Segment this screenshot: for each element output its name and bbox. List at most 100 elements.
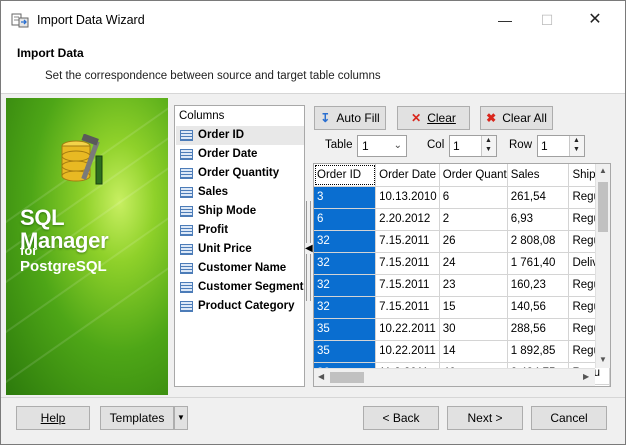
table-row[interactable]: 32 7.15.2011 26 2 808,08 Regu: [314, 230, 610, 253]
up-arrow-icon[interactable]: ▲: [573, 137, 580, 145]
columns-list-header: Columns: [179, 110, 225, 122]
table-cell[interactable]: 23: [439, 274, 508, 297]
grid-header-order-date[interactable]: Order Date: [375, 164, 440, 187]
row-stepper[interactable]: 1 ▲ ▼: [537, 135, 585, 157]
table-cell[interactable]: 35: [314, 340, 377, 363]
table-cell[interactable]: 140,56: [507, 296, 570, 319]
table-cell[interactable]: 7.15.2011: [375, 274, 440, 297]
clear-button[interactable]: ✕ Clear: [397, 106, 470, 130]
templates-dropdown-button[interactable]: ▼: [174, 406, 188, 430]
table-cell[interactable]: 261,54: [507, 186, 570, 209]
table-cell[interactable]: 2: [439, 208, 508, 231]
table-cell[interactable]: 3: [314, 186, 377, 209]
grid-header-order-id[interactable]: Order ID: [314, 164, 377, 187]
table-cell[interactable]: 26: [439, 230, 508, 253]
page-subtitle: Set the correspondence between source an…: [45, 70, 381, 82]
table-column-icon: [180, 225, 193, 236]
col-stepper[interactable]: 1 ▲ ▼: [449, 135, 497, 157]
table-cell[interactable]: 160,23: [507, 274, 570, 297]
column-item-product-category[interactable]: Product Category: [176, 297, 304, 316]
table-cell[interactable]: 24: [439, 252, 508, 275]
clear-all-button[interactable]: ✖ Clear All: [480, 106, 553, 130]
col-label: Col: [427, 139, 445, 151]
table-column-icon: [180, 206, 193, 217]
grid-horizontal-scrollbar[interactable]: ◀ ▶: [314, 368, 595, 386]
table-cell[interactable]: 32: [314, 274, 377, 297]
table-cell[interactable]: 10.22.2011: [375, 318, 440, 341]
back-button[interactable]: < Back: [363, 406, 439, 430]
banner-line-sql: SQL: [20, 205, 65, 230]
table-cell[interactable]: 1 892,85: [507, 340, 570, 363]
grid-vertical-scrollbar[interactable]: ▲ ▼: [595, 164, 610, 368]
col-stepper-arrows[interactable]: ▲ ▼: [481, 136, 496, 156]
table-cell[interactable]: 1 761,40: [507, 252, 570, 275]
horizontal-scroll-thumb[interactable]: [330, 372, 364, 383]
table-cell[interactable]: 7.15.2011: [375, 230, 440, 253]
table-row[interactable]: 32 7.15.2011 15 140,56 Regu: [314, 296, 610, 319]
help-button[interactable]: Help: [16, 406, 90, 430]
column-item-order-quantity[interactable]: Order Quantity: [176, 164, 304, 183]
row-stepper-arrows[interactable]: ▲ ▼: [569, 136, 584, 156]
column-item-ship-mode[interactable]: Ship Mode: [176, 202, 304, 221]
table-cell[interactable]: 30: [439, 318, 508, 341]
table-cell[interactable]: 10.13.2010: [375, 186, 440, 209]
page-title: Import Data: [17, 46, 84, 60]
column-item-order-date[interactable]: Order Date: [176, 145, 304, 164]
table-column-icon: [180, 149, 193, 160]
banner-line-for: for: [20, 243, 38, 258]
collapse-left-icon[interactable]: ◀: [305, 243, 313, 254]
columns-list[interactable]: Columns Order ID Order Date Order Quanti…: [174, 105, 305, 387]
table-cell[interactable]: 6: [439, 186, 508, 209]
down-arrow-icon[interactable]: ▼: [573, 146, 580, 154]
table-cell[interactable]: 32: [314, 296, 377, 319]
column-item-customer-name[interactable]: Customer Name: [176, 259, 304, 278]
grid-header-order-quantity[interactable]: Order Quant: [439, 164, 508, 187]
down-arrow-icon[interactable]: ▼: [485, 146, 492, 154]
scroll-left-icon[interactable]: ◀: [318, 372, 324, 381]
scroll-up-icon[interactable]: ▲: [599, 166, 607, 175]
table-cell[interactable]: 15: [439, 296, 508, 319]
table-row[interactable]: 32 7.15.2011 24 1 761,40 Deliv: [314, 252, 610, 275]
table-row[interactable]: 35 10.22.2011 30 288,56 Regu: [314, 318, 610, 341]
table-cell[interactable]: 7.15.2011: [375, 296, 440, 319]
table-row[interactable]: 35 10.22.2011 14 1 892,85 Regu: [314, 340, 610, 363]
vertical-scroll-thumb[interactable]: [598, 182, 608, 232]
scroll-right-icon[interactable]: ▶: [583, 372, 589, 381]
table-column-icon: [180, 130, 193, 141]
table-row[interactable]: 6 2.20.2012 2 6,93 Regu: [314, 208, 610, 231]
auto-fill-icon: ↧: [320, 111, 331, 125]
table-cell[interactable]: 10.22.2011: [375, 340, 440, 363]
column-item-order-id[interactable]: Order ID: [176, 126, 304, 145]
column-item-profit[interactable]: Profit: [176, 221, 304, 240]
next-button[interactable]: Next >: [447, 406, 523, 430]
column-item-customer-segment[interactable]: Customer Segment: [176, 278, 304, 297]
auto-fill-button[interactable]: ↧ Auto Fill: [314, 106, 386, 130]
table-cell[interactable]: 2 808,08: [507, 230, 570, 253]
table-row[interactable]: 32 7.15.2011 23 160,23 Regu: [314, 274, 610, 297]
column-item-sales[interactable]: Sales: [176, 183, 304, 202]
table-cell[interactable]: 32: [314, 230, 377, 253]
table-cell[interactable]: 288,56: [507, 318, 570, 341]
close-button[interactable]: ✕: [575, 9, 615, 31]
table-cell[interactable]: 6: [314, 208, 377, 231]
up-arrow-icon[interactable]: ▲: [485, 137, 492, 145]
table-select[interactable]: 1 ⌄: [357, 135, 407, 157]
maximize-button[interactable]: ☐: [527, 9, 567, 31]
table-cell[interactable]: 2.20.2012: [375, 208, 440, 231]
source-data-grid[interactable]: Order ID Order Date Order Quant Sales Sh…: [313, 163, 611, 387]
scroll-down-icon[interactable]: ▼: [599, 355, 607, 364]
table-cell[interactable]: 14: [439, 340, 508, 363]
table-row[interactable]: 3 10.13.2010 6 261,54 Regu: [314, 186, 610, 209]
wizard-window: Import Data Wizard — ☐ ✕ Import Data Set…: [0, 0, 626, 445]
minimize-button[interactable]: —: [485, 9, 525, 31]
column-item-unit-price[interactable]: Unit Price: [176, 240, 304, 259]
table-cell[interactable]: 7.15.2011: [375, 252, 440, 275]
table-cell[interactable]: 6,93: [507, 208, 570, 231]
table-cell[interactable]: 32: [314, 252, 377, 275]
product-banner: SQL Manager for PostgreSQL: [6, 98, 168, 395]
grid-header-sales[interactable]: Sales: [507, 164, 570, 187]
cancel-button[interactable]: Cancel: [531, 406, 607, 430]
templates-button[interactable]: Templates: [100, 406, 174, 430]
panel-splitter[interactable]: ◀: [305, 201, 313, 301]
table-cell[interactable]: 35: [314, 318, 377, 341]
